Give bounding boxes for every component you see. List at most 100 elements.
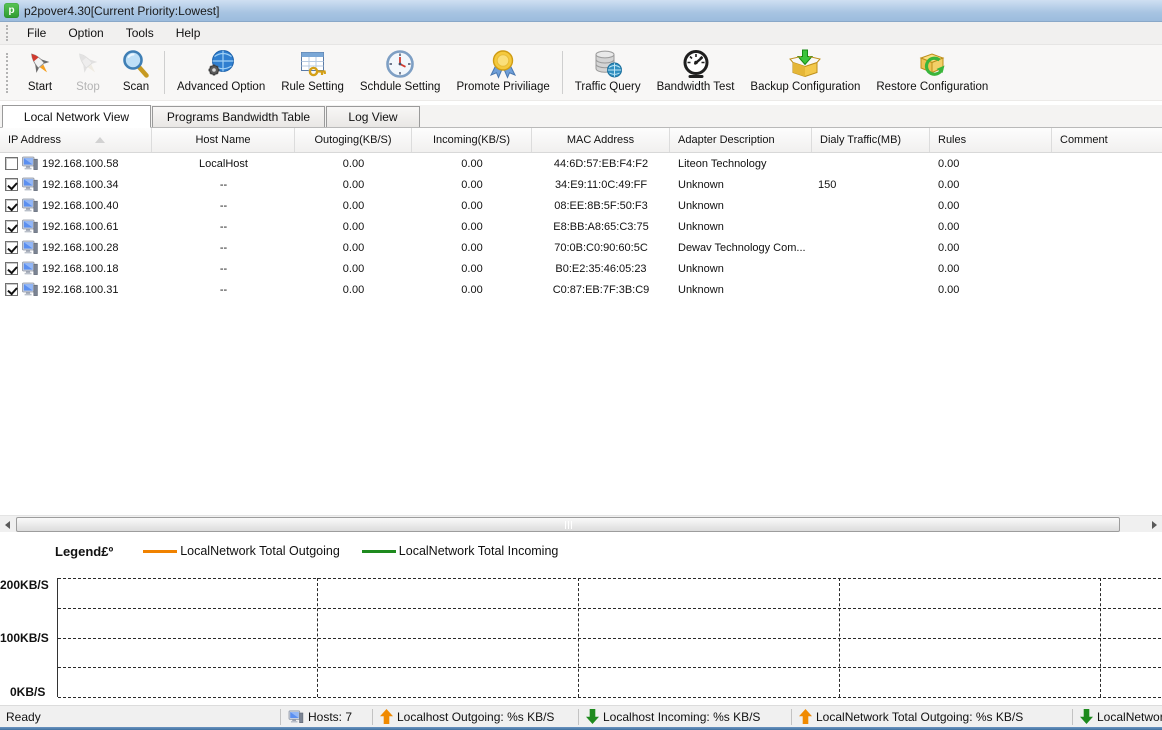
scan-button[interactable]: Scan (112, 45, 160, 100)
advanced-option-label: Advanced Option (177, 81, 265, 93)
comment-value (1052, 216, 1162, 237)
mac-address: E8:BB:A8:65:C3:75 (532, 216, 670, 237)
table-row[interactable]: 192.168.100.40 -- 0.00 0.00 08:EE:8B:5F:… (0, 195, 1162, 216)
rocket-icon (24, 48, 56, 80)
status-ready: Ready (0, 710, 280, 724)
menu-option[interactable]: Option (57, 24, 114, 42)
bandwidth-test-label: Bandwidth Test (657, 81, 735, 93)
column-header-daily-traffic[interactable]: Dialy Traffic(MB) (812, 128, 930, 152)
table-header: IP Address Host Name Outoging(KB/S) Inco… (0, 128, 1162, 153)
column-header-incoming[interactable]: Incoming(KB/S) (412, 128, 532, 152)
row-checkbox[interactable] (5, 157, 18, 170)
scroll-left-arrow[interactable] (0, 516, 15, 533)
promote-priviliage-label: Promote Priviliage (456, 81, 549, 93)
computer-icon (22, 156, 38, 171)
table-row[interactable]: 192.168.100.34 -- 0.00 0.00 34:E9:11:0C:… (0, 174, 1162, 195)
column-header-outgoing[interactable]: Outoging(KB/S) (295, 128, 412, 152)
comment-value (1052, 258, 1162, 279)
rules-value: 0.00 (930, 258, 1052, 279)
globe-gear-icon (205, 48, 237, 80)
outgoing-value: 0.00 (295, 237, 412, 258)
vertical-gridline (839, 578, 840, 697)
host-name: -- (152, 279, 295, 300)
advanced-option-button[interactable]: Advanced Option (169, 45, 273, 100)
adapter-description: Unknown (670, 279, 812, 300)
table-row[interactable]: 192.168.100.58 LocalHost 0.00 0.00 44:6D… (0, 153, 1162, 174)
gridline-0 (58, 697, 1161, 698)
down-arrow-icon (1080, 709, 1093, 724)
backup-configuration-button[interactable]: Backup Configuration (742, 45, 868, 100)
stop-button[interactable]: Stop (64, 45, 112, 100)
incoming-value: 0.00 (412, 153, 532, 174)
database-globe-icon (592, 48, 624, 80)
box-restore-icon (916, 48, 948, 80)
ip-address: 192.168.100.31 (42, 284, 118, 296)
table-row[interactable]: 192.168.100.31 -- 0.00 0.00 C0:87:EB:7F:… (0, 279, 1162, 300)
column-header-adapter-description[interactable]: Adapter Description (670, 128, 812, 152)
start-button-label: Start (28, 81, 52, 93)
incoming-value: 0.00 (412, 279, 532, 300)
chart-legend: Legend£º LocalNetwork Total Outgoing Loc… (0, 532, 1162, 570)
column-header-mac-address[interactable]: MAC Address (532, 128, 670, 152)
menu-file[interactable]: File (16, 24, 57, 42)
backup-configuration-label: Backup Configuration (750, 81, 860, 93)
daily-traffic (812, 279, 930, 300)
ip-address: 192.168.100.61 (42, 221, 118, 233)
bandwidth-test-button[interactable]: Bandwidth Test (649, 45, 743, 100)
promote-priviliage-button[interactable]: Promote Priviliage (448, 45, 557, 100)
start-button[interactable]: Start (16, 45, 64, 100)
title-bar: p p2pover4.30[Current Priority:Lowest] (0, 0, 1162, 22)
mac-address: C0:87:EB:7F:3B:C9 (532, 279, 670, 300)
row-checkbox[interactable] (5, 199, 18, 212)
column-header-rules[interactable]: Rules (930, 128, 1052, 152)
rule-setting-button[interactable]: Rule Setting (273, 45, 352, 100)
outgoing-series-swatch (143, 550, 177, 553)
outgoing-value: 0.00 (295, 153, 412, 174)
row-checkbox[interactable] (5, 178, 18, 191)
rocket-disabled-icon (72, 48, 104, 80)
column-header-comment[interactable]: Comment (1052, 128, 1162, 152)
adapter-description: Dewav Technology Com... (670, 237, 812, 258)
outgoing-series-label: LocalNetwork Total Outgoing (180, 544, 340, 558)
computer-icon (288, 710, 304, 724)
tab-programs-bandwidth-table[interactable]: Programs Bandwidth Table (152, 106, 325, 127)
left-arrow-icon (5, 521, 10, 529)
app-logo-icon: p (4, 3, 19, 18)
incoming-series-label: LocalNetwork Total Incoming (399, 544, 559, 558)
daily-traffic (812, 195, 930, 216)
host-name: LocalHost (152, 153, 295, 174)
table-key-icon (297, 48, 329, 80)
restore-configuration-button[interactable]: Restore Configuration (868, 45, 996, 100)
table-row[interactable]: 192.168.100.28 -- 0.00 0.00 70:0B:C0:90:… (0, 237, 1162, 258)
y-tick-100: 100KB/S (0, 631, 54, 645)
scroll-right-arrow[interactable] (1147, 516, 1162, 533)
row-checkbox[interactable] (5, 262, 18, 275)
horizontal-scrollbar[interactable] (0, 515, 1162, 532)
outgoing-value: 0.00 (295, 258, 412, 279)
tab-log-view[interactable]: Log View (326, 106, 420, 127)
tab-local-network-view[interactable]: Local Network View (2, 105, 151, 128)
legend-title: Legend£º (55, 544, 113, 559)
menu-help[interactable]: Help (165, 24, 212, 42)
traffic-query-button[interactable]: Traffic Query (567, 45, 649, 100)
row-checkbox[interactable] (5, 220, 18, 233)
host-name: -- (152, 174, 295, 195)
toolbar: Start Stop Scan (0, 45, 1162, 101)
column-header-ip-address[interactable]: IP Address (0, 128, 152, 152)
incoming-value: 0.00 (412, 216, 532, 237)
table-row[interactable]: 192.168.100.61 -- 0.00 0.00 E8:BB:A8:65:… (0, 216, 1162, 237)
ip-address: 192.168.100.18 (42, 263, 118, 275)
plot-area (57, 578, 1161, 697)
adapter-description: Unknown (670, 216, 812, 237)
menu-tools[interactable]: Tools (115, 24, 165, 42)
row-checkbox[interactable] (5, 283, 18, 296)
column-header-host-name[interactable]: Host Name (152, 128, 295, 152)
traffic-chart: 200KB/S 100KB/S 0KB/S (0, 570, 1162, 702)
table-row[interactable]: 192.168.100.18 -- 0.00 0.00 B0:E2:35:46:… (0, 258, 1162, 279)
scrollbar-thumb[interactable] (16, 517, 1120, 532)
computer-icon (22, 219, 38, 234)
comment-value (1052, 279, 1162, 300)
rules-value: 0.00 (930, 195, 1052, 216)
row-checkbox[interactable] (5, 241, 18, 254)
schedule-setting-button[interactable]: Schdule Setting (352, 45, 449, 100)
